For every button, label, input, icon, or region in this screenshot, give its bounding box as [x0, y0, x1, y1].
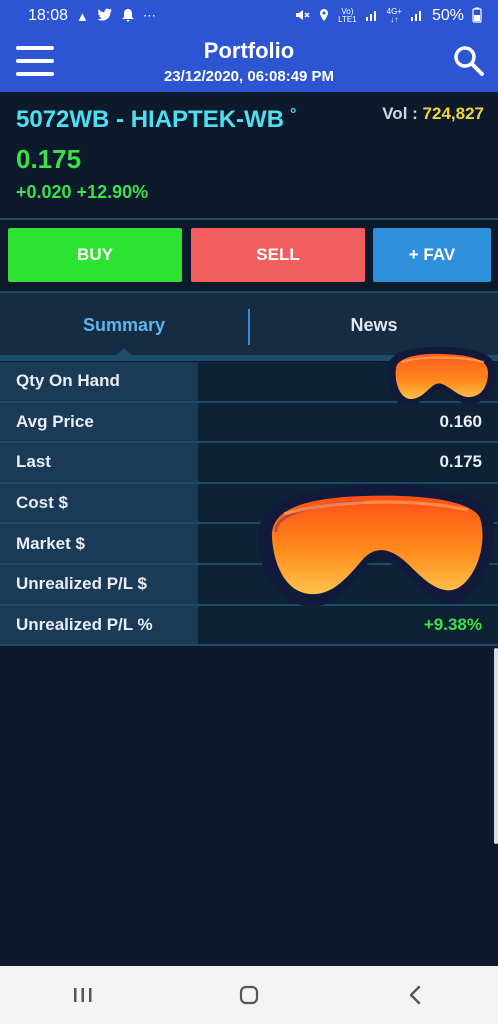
- signal-icon: [410, 9, 424, 24]
- recent-apps-icon: [74, 988, 92, 1002]
- active-tab-indicator: [116, 348, 132, 356]
- twitter-icon: [97, 8, 113, 25]
- battery-percent: 50%: [431, 7, 464, 24]
- app-bar: Portfolio 23/12/2020, 06:08:49 PM: [0, 32, 498, 92]
- search-icon: [454, 46, 484, 76]
- page-datetime: 23/12/2020, 06:08:49 PM: [163, 68, 335, 85]
- status-bar: 18:08 ▲ ⋯ Vo) LTE1 4G+ ↓↑ 50%: [0, 0, 498, 32]
- mute-icon: [294, 8, 310, 25]
- row-label: Cost $: [0, 483, 198, 523]
- recent-apps-button[interactable]: [53, 975, 113, 1015]
- stock-name: 5072WB - HIAPTEK-WB °: [16, 106, 296, 134]
- volume-value: 724,827: [422, 104, 484, 123]
- volume-label: Vol :: [382, 104, 418, 123]
- stock-volume: Vol : 724,827: [382, 104, 484, 124]
- stock-status-dot: °: [290, 106, 297, 123]
- row-label: Unrealized P/L $: [0, 564, 198, 604]
- back-icon: [409, 985, 421, 1005]
- row-label: Unrealized P/L %: [0, 605, 198, 645]
- page-title: Portfolio: [203, 38, 295, 63]
- search-button[interactable]: [452, 44, 486, 78]
- home-button[interactable]: [219, 975, 279, 1015]
- notification-icon: [121, 8, 135, 25]
- home-icon: [239, 985, 259, 1005]
- row-label: Avg Price: [0, 402, 198, 442]
- status-bar-left: 18:08 ▲ ⋯: [28, 7, 156, 25]
- stock-change: +0.020 +12.90%: [16, 182, 149, 202]
- divider: [0, 218, 498, 220]
- row-label: Qty On Hand: [0, 362, 198, 401]
- system-nav-bar: [0, 966, 498, 1024]
- row-label: Last: [0, 443, 198, 482]
- stock-header: 5072WB - HIAPTEK-WB ° Vol : 724,827 0.175…: [0, 92, 498, 218]
- goggles-sticker-large: [257, 485, 495, 607]
- goggles-sticker-small: [387, 346, 496, 407]
- row-label: Market $: [0, 524, 198, 563]
- status-bar-right: Vo) LTE1 4G+ ↓↑ 50%: [294, 7, 482, 26]
- more-dots-icon: ⋯: [142, 8, 156, 23]
- stock-name-text: 5072WB - HIAPTEK-WB: [16, 106, 285, 133]
- status-time: 18:08: [28, 7, 69, 24]
- volte-icon: Vo) LTE1: [338, 7, 357, 24]
- navigation-icon: ▲: [76, 8, 89, 24]
- add-favorite-button[interactable]: + FAV: [373, 228, 491, 282]
- signal-icon: [365, 9, 379, 24]
- battery-icon: [472, 7, 482, 26]
- back-button[interactable]: [385, 975, 445, 1015]
- location-icon: [318, 8, 330, 25]
- stock-price: 0.175: [16, 144, 82, 174]
- buy-button[interactable]: BUY: [8, 228, 182, 282]
- sell-button[interactable]: SELL: [191, 228, 365, 282]
- scrollbar[interactable]: [494, 648, 498, 844]
- 4g-icon: 4G+ ↓↑: [386, 7, 402, 24]
